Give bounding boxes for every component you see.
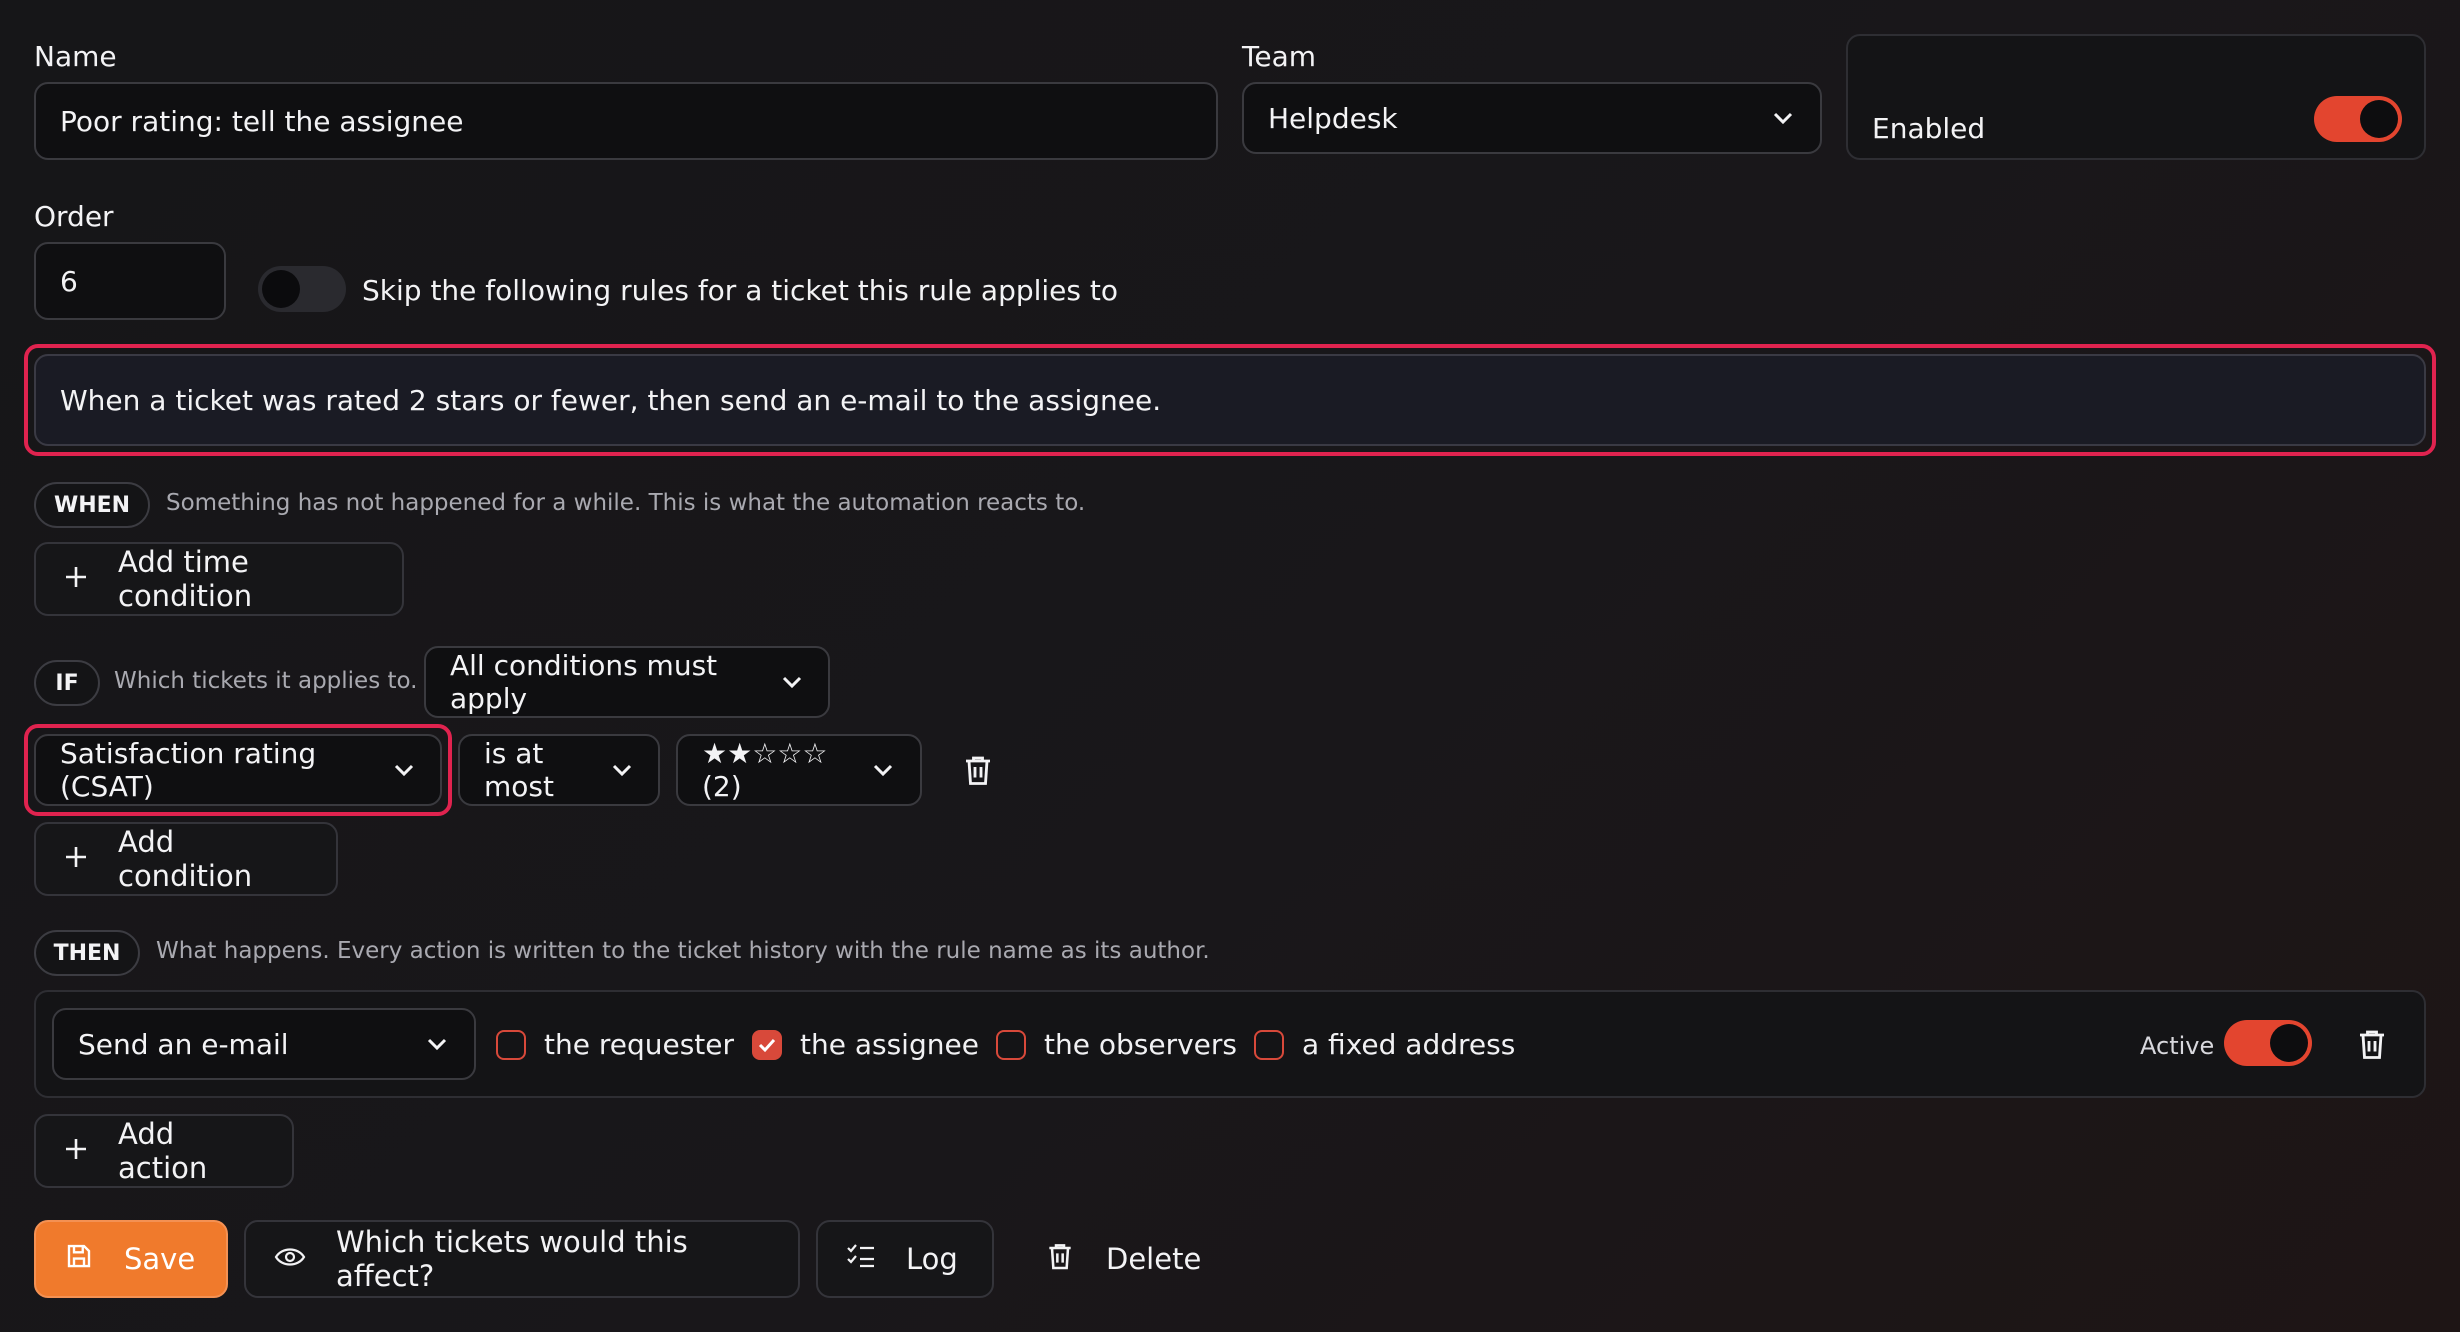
save-label: Save: [124, 1242, 196, 1276]
chevron-down-icon: [1770, 105, 1796, 131]
preview-button[interactable]: Which tickets would this affect?: [244, 1220, 800, 1298]
name-input-value: Poor rating: tell the assignee: [60, 104, 464, 138]
chevron-down-icon: [392, 757, 416, 783]
condition-value-select[interactable]: ★★☆☆☆ (2): [676, 734, 922, 806]
requester-label: the requester: [544, 1028, 735, 1061]
add-time-condition-button[interactable]: Add time condition: [34, 542, 404, 616]
check-icon: [758, 1038, 776, 1052]
fixed-address-checkbox[interactable]: [1254, 1029, 1284, 1060]
order-input[interactable]: 6: [34, 242, 226, 320]
enabled-toggle[interactable]: [2314, 96, 2402, 142]
condition-operator-value: is at most: [484, 737, 554, 803]
add-time-condition-label: Add time condition: [118, 545, 253, 613]
observers-label: the observers: [1044, 1028, 1237, 1061]
chevron-down-icon: [780, 669, 804, 695]
delete-action-trash-icon[interactable]: [2354, 1026, 2390, 1062]
then-hint: What happens. Every action is written to…: [156, 938, 1210, 964]
delete-label: Delete: [1106, 1242, 1202, 1276]
add-action-button[interactable]: Add action: [34, 1114, 294, 1188]
recipient-fixed-address[interactable]: a fixed address: [1254, 1028, 1515, 1061]
description-input[interactable]: When a ticket was rated 2 stars or fewer…: [34, 354, 2426, 446]
recipient-observers[interactable]: the observers: [996, 1028, 1237, 1061]
list-check-icon: [846, 1242, 876, 1276]
add-condition-button[interactable]: Add condition: [34, 822, 338, 896]
recipient-assignee[interactable]: the assignee: [752, 1028, 979, 1061]
chevron-down-icon: [610, 757, 634, 783]
requester-checkbox[interactable]: [496, 1029, 526, 1060]
assignee-checkbox[interactable]: [752, 1029, 782, 1060]
delete-button[interactable]: Delete: [1014, 1220, 1214, 1298]
recipient-requester[interactable]: the requester: [496, 1028, 734, 1061]
chevron-down-icon: [871, 757, 896, 783]
log-label: Log: [906, 1242, 958, 1276]
when-hint: Something has not happened for a while. …: [166, 490, 1086, 516]
condition-field-select[interactable]: Satisfaction rating (CSAT): [34, 734, 442, 806]
action-type-select[interactable]: Send an e-mail: [52, 1008, 476, 1080]
preview-label: Which tickets would this affect?: [336, 1225, 688, 1293]
if-hint: Which tickets it applies to.: [114, 668, 418, 694]
if-mode-select[interactable]: All conditions must apply: [424, 646, 830, 718]
add-condition-label: Add condition: [118, 825, 253, 893]
observers-checkbox[interactable]: [996, 1029, 1026, 1060]
save-button[interactable]: Save: [34, 1220, 228, 1298]
name-input[interactable]: Poor rating: tell the assignee: [34, 82, 1218, 160]
team-label: Team: [1242, 40, 1317, 73]
save-icon: [64, 1241, 94, 1278]
if-tag: IF: [34, 660, 100, 706]
condition-field-value: Satisfaction rating (CSAT): [60, 737, 317, 803]
name-label: Name: [34, 40, 117, 73]
action-active-label: Active: [2140, 1032, 2215, 1060]
description-value: When a ticket was rated 2 stars or fewer…: [60, 383, 1162, 417]
order-input-value: 6: [60, 264, 78, 298]
then-tag: THEN: [34, 930, 140, 976]
skip-toggle[interactable]: [258, 266, 346, 312]
eye-icon: [274, 1242, 306, 1276]
delete-condition-trash-icon[interactable]: [960, 752, 996, 788]
skip-label: Skip the following rules for a ticket th…: [362, 274, 1118, 307]
assignee-label: the assignee: [800, 1028, 979, 1061]
plus-icon: [64, 562, 88, 596]
fixed-address-label: a fixed address: [1302, 1028, 1516, 1061]
condition-value-value: ★★☆☆☆ (2): [702, 737, 828, 803]
condition-operator-select[interactable]: is at most: [458, 734, 660, 806]
plus-icon: [64, 1134, 88, 1168]
trash-icon: [1044, 1240, 1076, 1279]
action-card: Send an e-mail the requester the assigne…: [34, 990, 2426, 1098]
action-active-toggle[interactable]: [2224, 1020, 2312, 1066]
add-action-label: Add action: [118, 1117, 208, 1185]
order-label: Order: [34, 200, 114, 233]
if-mode-value: All conditions must apply: [450, 649, 718, 715]
when-tag: WHEN: [34, 482, 150, 528]
description-highlight: When a ticket was rated 2 stars or fewer…: [24, 344, 2436, 456]
condition-field-highlight: Satisfaction rating (CSAT): [24, 724, 452, 816]
plus-icon: [64, 842, 88, 876]
team-select[interactable]: Helpdesk: [1242, 82, 1822, 154]
action-type-value: Send an e-mail: [78, 1027, 289, 1061]
enabled-label: Enabled: [1872, 112, 1986, 145]
enabled-card: Enabled: [1846, 34, 2426, 160]
chevron-down-icon: [424, 1031, 450, 1057]
log-button[interactable]: Log: [816, 1220, 994, 1298]
team-select-value: Helpdesk: [1268, 101, 1398, 135]
